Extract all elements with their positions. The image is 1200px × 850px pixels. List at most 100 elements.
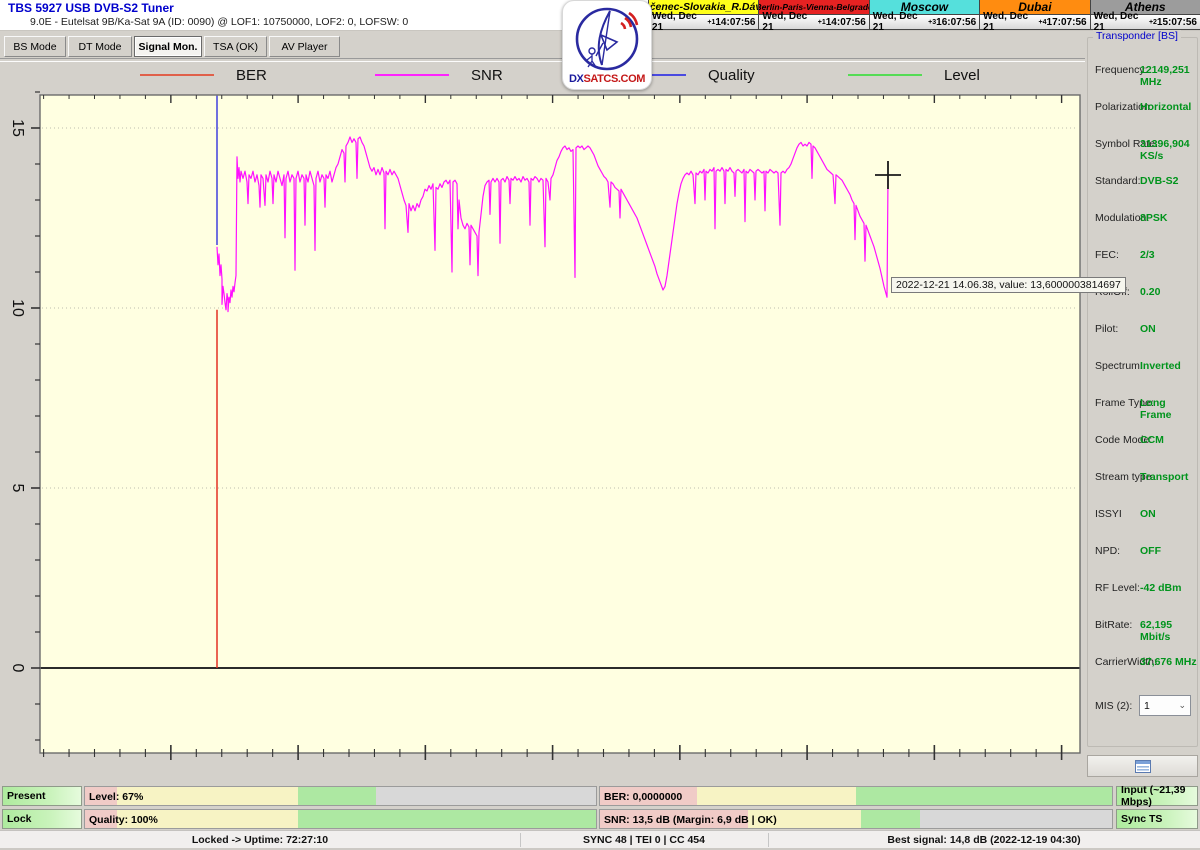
field-value: Inverted xyxy=(1140,360,1181,372)
field-value: 0.20 xyxy=(1140,286,1161,298)
plot-background xyxy=(40,95,1080,753)
status-best-signal: Best signal: 14,8 dB (2022-12-19 04:30) xyxy=(887,834,1081,846)
clock-utc-offset: +1 xyxy=(707,18,716,26)
y-axis-label: 5 xyxy=(9,484,26,493)
clock-time: 14:07:56 xyxy=(825,16,866,28)
field-value: Transport xyxy=(1140,471,1189,483)
status-bar: Locked -> Uptime: 72:27:10 SYNC 48 | TEI… xyxy=(0,830,1200,849)
legend-item-level: Level xyxy=(848,64,980,86)
clock-time-row: Wed, Dec 21 +4 17:07:56 xyxy=(980,11,1090,33)
satellite-dish-icon: DXSATCS.COM xyxy=(569,7,646,85)
field-label: Pilot: xyxy=(1095,323,1119,335)
field-value: ON xyxy=(1140,323,1156,335)
field-value: 62,195 Mbit/s xyxy=(1140,619,1173,643)
tab-av-player[interactable]: AV Player xyxy=(269,36,340,57)
status-uptime: Locked -> Uptime: 72:27:10 xyxy=(191,834,329,846)
mis-select[interactable]: 1 ⌄ xyxy=(1139,695,1191,716)
field-value: OFF xyxy=(1140,545,1161,557)
stream-list-icon xyxy=(1134,759,1151,773)
clock-cell: Lučenec-Slovakia_R.DávidWed, Dec 21+114:… xyxy=(648,0,759,33)
field-value: DVB-S2 xyxy=(1140,175,1179,187)
field-label: FEC: xyxy=(1095,249,1119,261)
transponder-panel-title: Transponder [BS] xyxy=(1093,30,1181,42)
clock-date: Wed, Dec 21 xyxy=(983,11,1029,33)
bar-label: BER: 0,0000000 xyxy=(604,791,683,803)
clock-cell: Dubai Wed, Dec 21 +4 17:07:56 xyxy=(979,0,1090,33)
clock-utc-offset: +2 xyxy=(1148,18,1157,26)
clock-date: Wed, Dec 21 xyxy=(652,11,697,33)
clock-time: 16:07:56 xyxy=(936,16,977,28)
tab-tsa-ok-[interactable]: TSA (OK) xyxy=(204,36,267,57)
tab-dt-mode[interactable]: DT Mode xyxy=(68,36,132,57)
clock-time-row: Wed, Dec 21 +2 15:07:56 xyxy=(1090,11,1200,33)
legend-label: SNR xyxy=(471,66,503,84)
signal-chart[interactable]: 15 10 5 0 2022-12-21 14.06.38, value: 13,60… xyxy=(0,90,1126,770)
field-label: BitRate: xyxy=(1095,619,1133,631)
mode-tabs: BS Mode DT Mode Signal Mon. TSA (OK) AV Play… xyxy=(0,36,1085,58)
status-divider xyxy=(520,833,521,847)
field-label: RF Level: xyxy=(1095,582,1140,594)
quality-bar: Quality: 100% xyxy=(84,809,597,829)
y-axis-label: 15 xyxy=(9,119,26,137)
legend-line-swatch xyxy=(140,74,214,76)
bar-label: Quality: 100% xyxy=(89,814,158,826)
bar-label: Level: 67% xyxy=(89,791,144,803)
legend-label: Quality xyxy=(708,66,755,84)
app-window: TBS 5927 USB DVB-S2 Tuner 9.0E - Eutelsa… xyxy=(0,0,1200,850)
chart-legend: BER SNR Quality Level xyxy=(0,64,1085,86)
mis-label: MIS (2): xyxy=(1095,700,1133,712)
y-axis-label: 0 xyxy=(9,664,26,673)
transport-stream-button[interactable] xyxy=(1087,755,1198,777)
ber-bar: BER: 0,0000000 xyxy=(599,786,1113,806)
clock-date: Wed, Dec 21 xyxy=(872,11,918,33)
tab-divider xyxy=(0,58,1085,62)
level-bar: Level: 67% xyxy=(84,786,597,806)
legend-line-swatch xyxy=(375,74,449,76)
sync-ts-badge: Sync TS xyxy=(1116,809,1198,829)
bar-label: SNR: 13,5 dB (Margin: 6,9 dB | OK) xyxy=(604,814,777,826)
field-value: 8PSK xyxy=(1140,212,1168,224)
clock-utc-offset: +4 xyxy=(1038,18,1047,26)
clock-cell: Athens Wed, Dec 21 +2 15:07:56 xyxy=(1089,0,1200,33)
present-badge: Present xyxy=(2,786,82,806)
field-value: Long Frame xyxy=(1140,397,1172,421)
field-value: 2/3 xyxy=(1140,249,1155,261)
lock-badge: Lock xyxy=(2,809,82,829)
bar-empty xyxy=(376,787,596,805)
world-clocks: Lučenec-Slovakia_R.DávidWed, Dec 21+114:… xyxy=(648,0,1200,33)
y-axis-label: 10 xyxy=(9,299,26,317)
clock-time-row: Wed, Dec 21 +1 14:07:56 xyxy=(649,11,759,33)
dxsatcs-logo: DXSATCS.COM xyxy=(562,0,652,90)
clock-time-row: Wed, Dec 21 +1 14:07:56 xyxy=(759,11,869,33)
svg-text:DXSATCS.COM: DXSATCS.COM xyxy=(569,73,645,85)
clock-utc-offset: +3 xyxy=(928,18,937,26)
bar-empty xyxy=(920,810,1112,828)
status-sync: SYNC 48 | TEI 0 | CC 454 xyxy=(582,834,705,846)
field-label: NPD: xyxy=(1095,545,1121,557)
field-label: Standard: xyxy=(1095,175,1141,187)
bar-zone xyxy=(297,810,596,828)
mis-selected-value: 1 xyxy=(1144,699,1150,712)
legend-label: BER xyxy=(236,66,267,84)
status-divider xyxy=(768,833,769,847)
field-label: Spectrum: xyxy=(1095,360,1143,372)
logo-text-satcs: SATCS.COM xyxy=(583,73,645,85)
tab-signal-mon-[interactable]: Signal Mon. xyxy=(134,36,202,57)
app-title: TBS 5927 USB DVB-S2 Tuner xyxy=(8,1,174,15)
field-label: ISSYI xyxy=(1095,508,1122,520)
clock-time-row: Wed, Dec 21 +3 16:07:56 xyxy=(869,11,980,33)
bar-zone xyxy=(861,810,920,828)
tuner-subtitle: 9.0E - Eutelsat 9B/Ka-Sat 9A (ID: 0090) … xyxy=(30,16,409,28)
clock-time: 17:07:56 xyxy=(1046,16,1087,28)
clock-time: 14:07:56 xyxy=(715,16,756,28)
snr-bar: SNR: 13,5 dB (Margin: 6,9 dB | OK) xyxy=(599,809,1113,829)
chart-tooltip: 2022-12-21 14.06.38, value: 13,600000381… xyxy=(891,277,1126,293)
legend-line-swatch xyxy=(848,74,922,76)
bar-zone xyxy=(697,787,856,805)
field-value: 12149,251 MHz xyxy=(1140,64,1190,88)
field-value: Horizontal xyxy=(1140,101,1192,113)
clock-time: 15:07:56 xyxy=(1156,16,1197,28)
field-value: 31396,904 KS/s xyxy=(1140,138,1190,162)
bar-zone xyxy=(117,787,298,805)
tab-bs-mode[interactable]: BS Mode xyxy=(4,36,66,57)
